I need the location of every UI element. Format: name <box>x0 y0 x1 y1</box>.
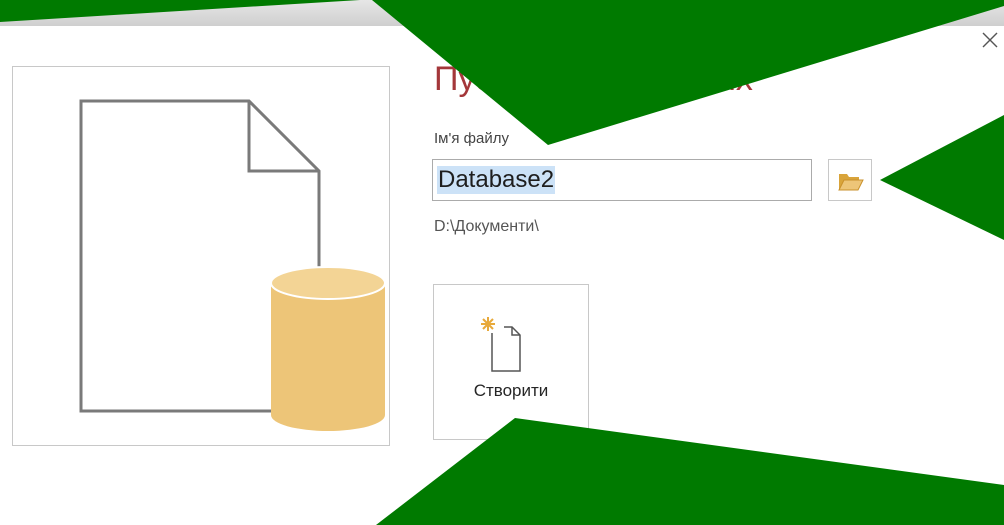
dialog-title: Пустая база данных <box>434 60 753 98</box>
browse-folder-button[interactable] <box>828 159 872 201</box>
new-document-icon <box>481 317 521 372</box>
cylinder-body <box>271 283 385 431</box>
window-background-strip <box>0 0 1004 26</box>
file-name-input[interactable]: Database2 <box>432 159 812 201</box>
cylinder-top <box>270 266 386 300</box>
close-icon <box>982 32 998 48</box>
create-button[interactable]: Створити <box>433 284 589 440</box>
database-preview <box>12 66 390 446</box>
sparkle-icon <box>481 317 495 331</box>
folder-open-icon <box>838 174 864 191</box>
database-file-icon <box>79 99 386 431</box>
file-name-value: Database2 <box>437 166 556 194</box>
create-button-label: Створити <box>473 381 549 400</box>
file-path: D:\Документи\ <box>434 218 539 235</box>
close-button[interactable] <box>978 28 1002 52</box>
file-name-label: Ім'я файлу <box>434 130 509 147</box>
